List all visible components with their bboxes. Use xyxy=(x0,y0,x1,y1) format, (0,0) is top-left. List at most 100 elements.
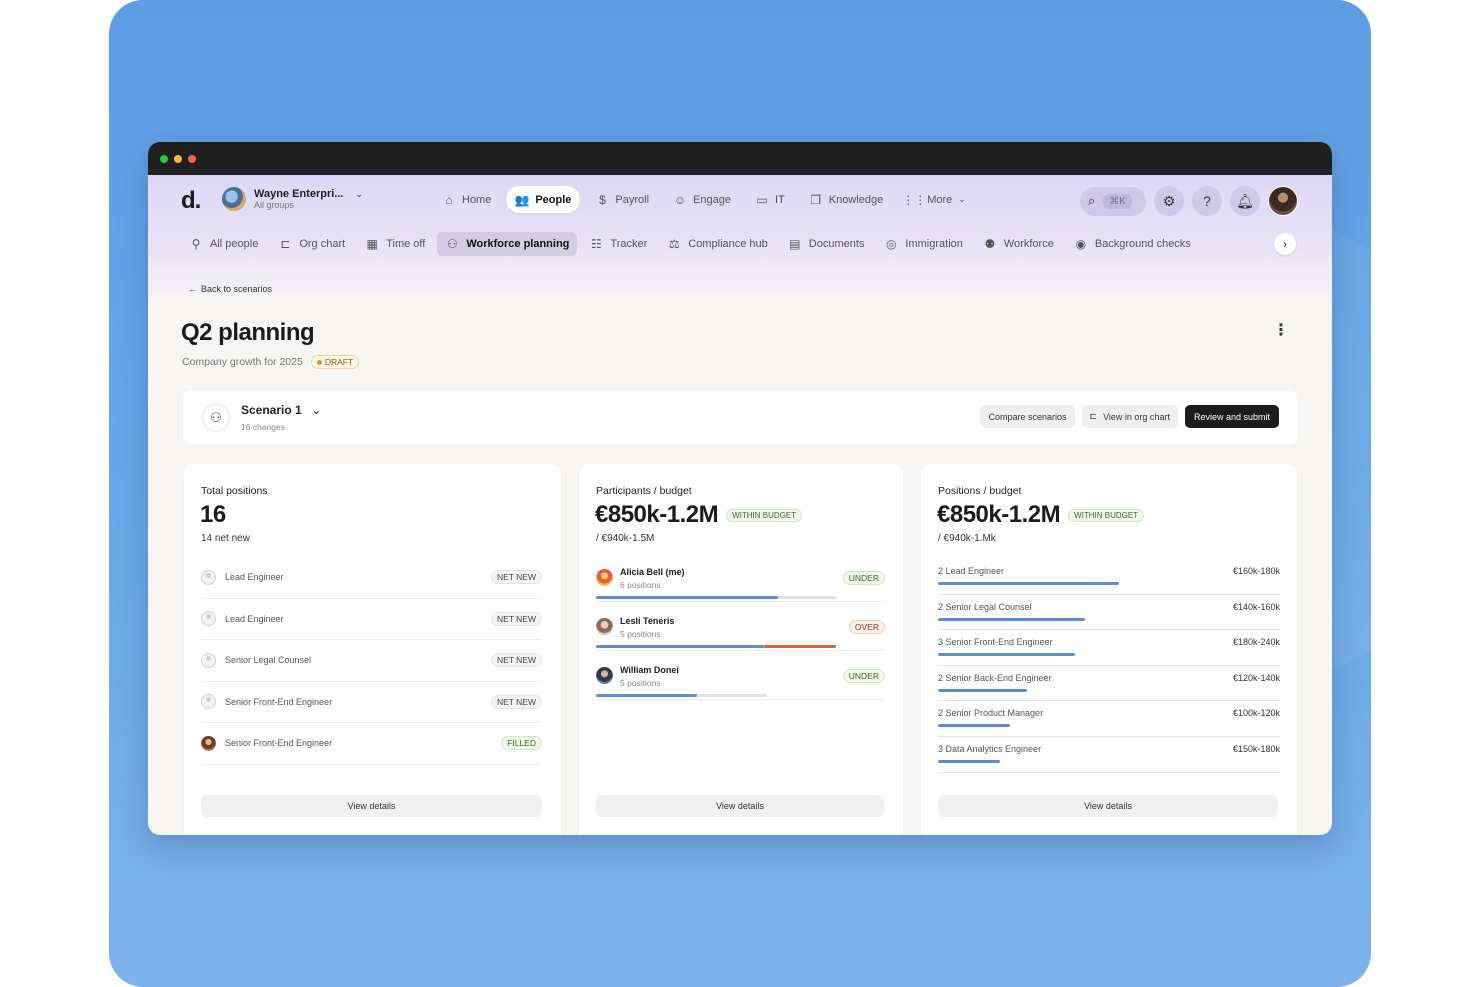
total-positions-value: 16 xyxy=(200,501,226,528)
budget-progress-track xyxy=(596,645,836,648)
within-budget-badge: WITHIN BUDGET xyxy=(1068,508,1145,522)
compare-label: Compare scenarios xyxy=(988,411,1067,422)
participant-row[interactable]: Alicia Bell (me) 6 positions UNDER xyxy=(596,561,885,610)
budget-range: €180k-240k xyxy=(1232,637,1280,648)
nav-item-label: Engage xyxy=(693,193,731,206)
view-org-chart-button[interactable]: ⊏ View in org chart xyxy=(1081,405,1178,428)
close-dot[interactable] xyxy=(160,154,168,163)
subnav-item-workforce-planning[interactable]: ⚇ Workforce planning xyxy=(437,232,578,256)
subnav-item-time-off[interactable]: ▦ Time off xyxy=(357,232,433,256)
chevron-down-icon: ⌄ xyxy=(958,194,966,204)
view-details-label: View details xyxy=(347,801,396,811)
total-positions-card: Total positions 16 14 net new Lead Engin… xyxy=(184,464,561,835)
header-actions: ⌕ ⌘K ⚙ ? 🔔︎ xyxy=(1080,186,1298,216)
nav-item-it[interactable]: ▭ IT xyxy=(746,186,794,213)
budget-status-badge: OVER xyxy=(848,620,885,634)
subnav-item-org-chart[interactable]: ⊏ Org chart xyxy=(270,232,353,256)
budget-progress-track xyxy=(938,759,1280,763)
org-switcher[interactable]: Wayne Enterpri... All groups ⌄ xyxy=(222,187,363,211)
search-button[interactable]: ⌕ ⌘K xyxy=(1080,186,1146,216)
nav-item-people[interactable]: 👥 People xyxy=(506,186,581,213)
nav-item-engage[interactable]: ☺ Engage xyxy=(664,186,740,213)
document-icon: ▤ xyxy=(789,237,801,251)
view-details-label: View details xyxy=(716,801,764,811)
org-chart-icon: ⊏ xyxy=(1089,411,1098,421)
subnav-item-label: Compliance hub xyxy=(688,238,768,250)
more-options-button[interactable]: ⋮ xyxy=(1273,320,1289,340)
participant-name: Lesli Teneris xyxy=(620,616,675,626)
budget-position-name: 2 Lead Engineer xyxy=(938,566,1005,576)
subnav-item-all-people[interactable]: ⚲ All people xyxy=(181,232,266,256)
globe-icon: ◎ xyxy=(886,237,897,251)
budget-position-name: 3 Data Analytics Engineer xyxy=(938,743,1042,754)
app-logo[interactable]: d. xyxy=(181,187,201,215)
list-item[interactable]: Lead Engineer NET NEW xyxy=(201,557,542,599)
subnav-item-compliance-hub[interactable]: ⚖ Compliance hub xyxy=(659,232,776,256)
subnav-item-label: Time off xyxy=(386,238,426,250)
back-label: Back to scenarios xyxy=(201,284,273,294)
list-item[interactable]: Senior Legal Counsel NET NEW xyxy=(201,640,542,682)
subnav-item-label: Documents xyxy=(808,238,865,250)
scenario-selector[interactable]: Scenario 1 ⌄ xyxy=(241,403,321,417)
budget-progress-fill xyxy=(596,645,764,648)
app-window: d. Wayne Enterpri... All groups ⌄ ⌂ Home 👥… xyxy=(148,142,1332,835)
list-item[interactable]: Lead Engineer NET NEW xyxy=(201,599,542,640)
settings-button[interactable]: ⚙ xyxy=(1154,186,1184,216)
maximize-dot[interactable] xyxy=(188,154,196,163)
subnav-item-documents[interactable]: ▤ Documents xyxy=(780,232,873,256)
subnav-item-workforce[interactable]: ⚉ Workforce xyxy=(975,232,1062,256)
subnav-next-button[interactable]: › xyxy=(1274,233,1296,255)
subnav-item-immigration[interactable]: ◎ Immigration xyxy=(876,232,970,256)
laptop-icon: ▭ xyxy=(756,192,768,207)
notifications-button[interactable]: 🔔︎ xyxy=(1230,186,1260,216)
nav-item-payroll[interactable]: $ Payroll xyxy=(586,186,658,213)
back-link[interactable]: ← Back to scenarios xyxy=(188,284,272,294)
participant-positions: 6 positions xyxy=(620,580,661,590)
review-submit-button[interactable]: Review and submit xyxy=(1184,405,1279,428)
help-button[interactable]: ? xyxy=(1192,186,1222,216)
budget-row[interactable]: 3 Data Analytics Engineer €150k-180k xyxy=(938,737,1280,773)
budget-row[interactable]: 2 Senior Legal Counsel €140k-160k xyxy=(938,595,1280,631)
participant-row[interactable]: William Donei 5 positions UNDER xyxy=(596,659,885,708)
org-text: Wayne Enterpri... All groups xyxy=(254,188,343,210)
budget-position-name: 2 Senior Product Manager xyxy=(938,708,1044,719)
user-avatar[interactable] xyxy=(1268,186,1298,216)
org-name: Wayne Enterpri... xyxy=(254,188,344,200)
chevron-down-icon: ⌄ xyxy=(355,188,363,199)
budget-row[interactable]: 2 Lead Engineer €160k-180k xyxy=(938,559,1280,595)
nav-item-more[interactable]: ⋮⋮ More ⌄ xyxy=(898,186,975,213)
arrow-left-icon: ← xyxy=(188,284,197,294)
card-value: €850k-1.2M WITHIN BUDGET xyxy=(595,501,803,529)
list-item[interactable]: Senior Front-End Engineer FILLED xyxy=(201,723,542,765)
view-details-button[interactable]: View details xyxy=(938,795,1278,817)
participant-row[interactable]: Lesli Teneris 5 positions OVER xyxy=(596,610,885,659)
budget-progress-track xyxy=(938,582,1280,585)
list-item[interactable]: Senior Front-End Engineer NET NEW xyxy=(201,682,542,723)
budget-range: €100k-120k xyxy=(1232,708,1280,719)
budget-range: €120k-140k xyxy=(1232,672,1280,683)
minimize-dot[interactable] xyxy=(174,154,182,163)
status-label: DRAFT xyxy=(324,357,354,367)
card-value: €850k-1.2M WITHIN BUDGET xyxy=(937,501,1145,529)
budget-row[interactable]: 3 Senior Front-End Engineer €180k-240k xyxy=(938,630,1280,666)
gavel-icon: ⚖ xyxy=(668,237,680,251)
budget-row[interactable]: 2 Senior Back-End Engineer €120k-140k xyxy=(938,666,1280,702)
people-icon: 👥 xyxy=(514,192,530,207)
budget-row[interactable]: 2 Senior Product Manager €100k-120k xyxy=(938,701,1280,737)
subnav-item-tracker[interactable]: ☷ Tracker xyxy=(581,232,655,256)
position-title: Senior Front-End Engineer xyxy=(225,696,333,707)
main-nav: ⌂ Home 👥 People $ Payroll ☺ Engage ▭ IT ❒ Knowledge… xyxy=(433,186,975,213)
nav-item-home[interactable]: ⌂ Home xyxy=(433,186,500,213)
view-details-button[interactable]: View details xyxy=(596,795,884,817)
subnav-item-label: Tracker xyxy=(610,238,648,250)
scenario-changes: 16 changes xyxy=(241,422,285,432)
nav-item-knowledge[interactable]: ❒ Knowledge xyxy=(800,186,892,213)
gear-icon: ⚙ xyxy=(1162,192,1176,209)
empty-avatar-icon xyxy=(201,569,216,585)
view-details-button[interactable]: View details xyxy=(201,795,542,817)
budget-progress-fill xyxy=(938,724,1010,728)
chevron-down-icon: ⌄ xyxy=(311,404,321,417)
subnav-item-background-checks[interactable]: ◉ Background checks xyxy=(1066,232,1199,256)
empty-avatar-icon xyxy=(201,652,216,668)
compare-scenarios-button[interactable]: Compare scenarios xyxy=(980,405,1075,428)
